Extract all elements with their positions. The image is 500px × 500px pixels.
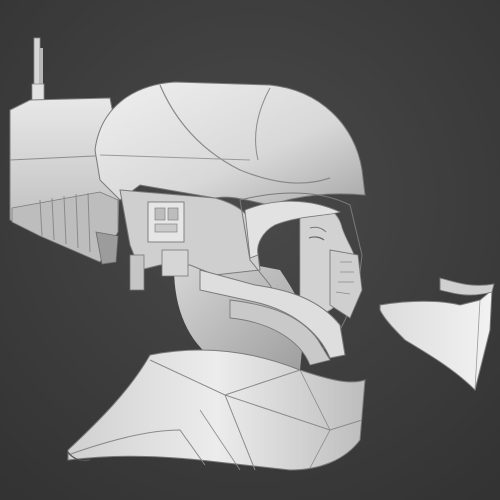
render-viewport <box>0 0 500 500</box>
helmet-render <box>0 0 500 500</box>
